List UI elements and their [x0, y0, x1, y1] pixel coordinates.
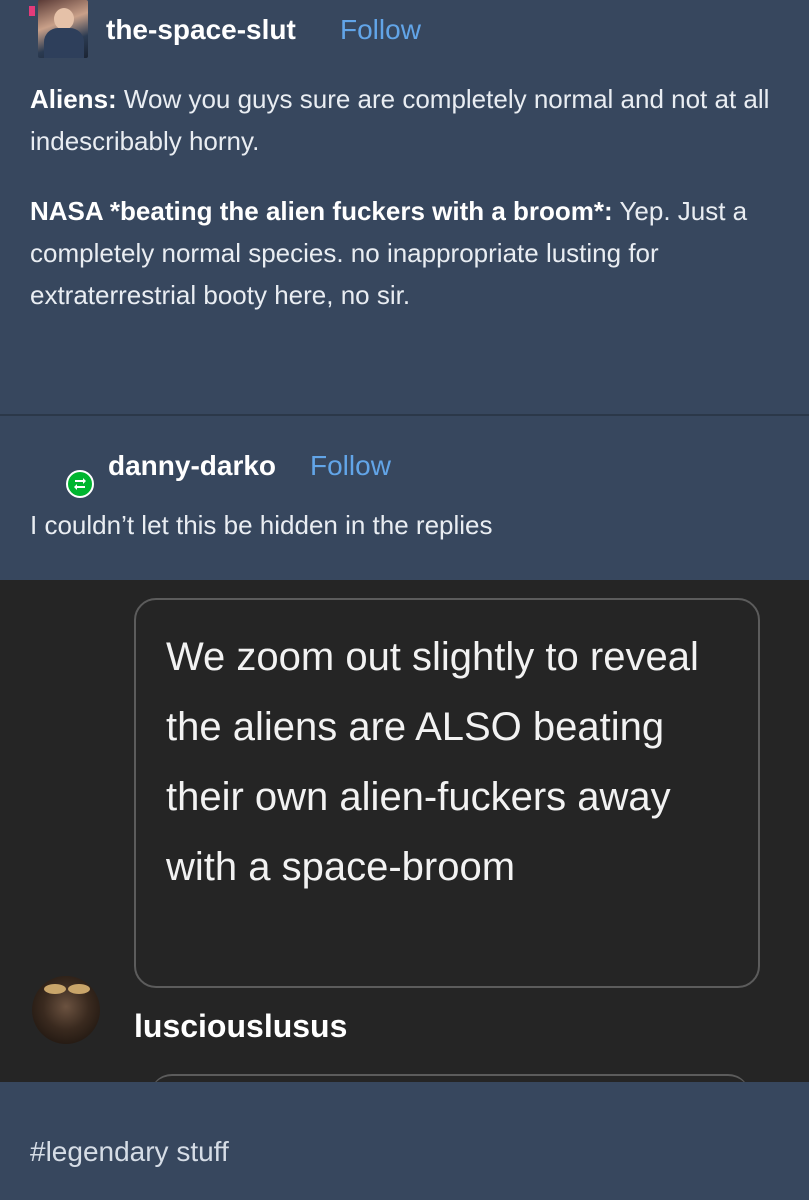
reblog-divider [0, 414, 809, 416]
follow-button[interactable]: Follow [340, 14, 421, 46]
avatar-lusciouslusus [32, 976, 100, 1044]
reblog-author-username[interactable]: danny-darko [108, 450, 276, 482]
reblog-icon [66, 470, 94, 498]
avatar-shirt [44, 28, 84, 58]
pride-flag-icon [29, 6, 35, 16]
reply-author-username: lusciouslusus [134, 1008, 348, 1044]
follow-button[interactable]: Follow [310, 450, 391, 482]
avatar-horn [44, 984, 66, 994]
tag[interactable]: #legendary stuff [30, 1136, 229, 1168]
speaker-label: Aliens: [30, 84, 117, 114]
avatar-horn [68, 984, 90, 994]
reblog-comment: I couldn’t let this be hidden in the rep… [30, 510, 493, 540]
post-author-username[interactable]: the-space-slut [106, 14, 296, 46]
speaker-label: NASA *beating the alien fuckers with a b… [30, 196, 613, 226]
post-paragraph: Aliens: Wow you guys sure are completely… [30, 78, 780, 162]
reply-text: We zoom out slightly to reveal the alien… [166, 635, 699, 889]
post-paragraph: NASA *beating the alien fuckers with a b… [30, 190, 780, 316]
avatar-face [54, 8, 74, 30]
paragraph-text: Wow you guys sure are completely normal … [30, 84, 770, 156]
avatar-the-space-slut[interactable] [38, 0, 88, 58]
